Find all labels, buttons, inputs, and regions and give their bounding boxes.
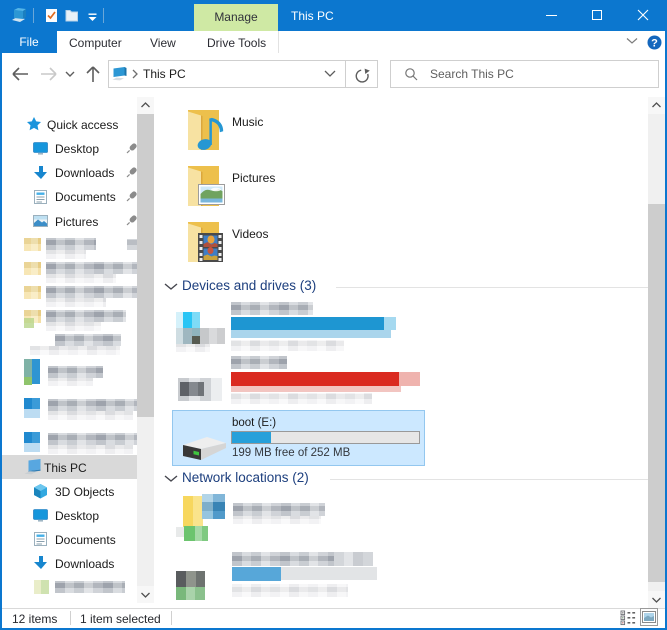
svg-text:?: ? xyxy=(651,38,658,50)
